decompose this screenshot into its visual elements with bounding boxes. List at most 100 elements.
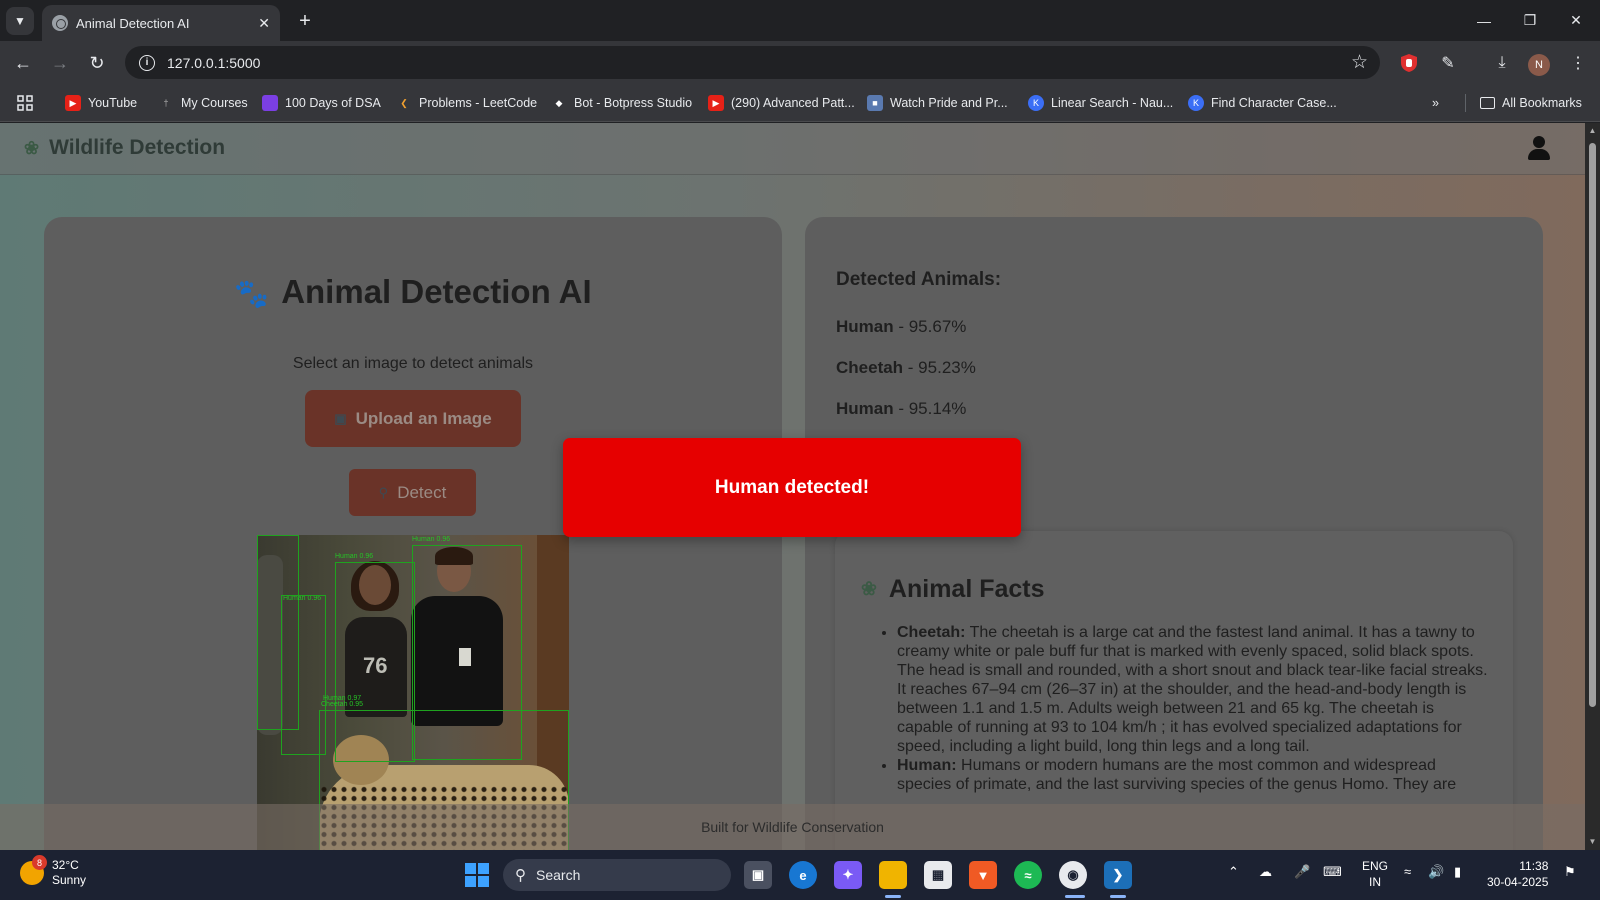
brave-icon[interactable]: ▼ (969, 861, 997, 889)
address-bar[interactable]: i 127.0.0.1:5000 ☆ (125, 46, 1380, 79)
extensions-icon[interactable]: ✎ (1436, 51, 1460, 75)
close-window-button[interactable]: ✕ (1553, 0, 1599, 41)
active-indicator (1065, 895, 1085, 898)
bookmark-advanced-patterns[interactable]: ▶ (290) Advanced Patt... (708, 94, 855, 112)
wifi-icon[interactable]: ≈ (1404, 864, 1411, 879)
detection-row: Cheetah - 95.23% (836, 358, 976, 377)
brand[interactable]: ❀ Wildlife Detection (24, 136, 225, 160)
bookmark-my-courses[interactable]: † My Courses (158, 94, 247, 112)
edge-icon[interactable]: e (789, 861, 817, 889)
youtube-icon: ▶ (708, 95, 724, 111)
bounding-box-label: Human 0.96 (335, 553, 374, 560)
paw-icon: 🐾 (234, 278, 270, 309)
animal-facts-panel: ❀Animal Facts Cheetah: The cheetah is a … (835, 531, 1513, 850)
tab-strip: ▼ Animal Detection AI ✕ + — ❐ ✕ (0, 0, 1600, 41)
scroll-thumb[interactable] (1589, 143, 1596, 707)
download-icon[interactable]: ⤓ (1490, 51, 1514, 75)
watch-icon: ■ (867, 95, 883, 111)
onedrive-cloud-icon[interactable]: ☁ (1259, 864, 1272, 880)
running-indicator (1110, 895, 1126, 898)
site-navbar: ❀ Wildlife Detection (0, 123, 1585, 175)
bookmarks-divider (1465, 94, 1466, 112)
microphone-icon[interactable]: 🎤 (1294, 864, 1310, 880)
magnifier-icon: ⚲ (378, 484, 389, 500)
back-button[interactable]: ← (7, 47, 39, 79)
leaf-icon: ❀ (24, 137, 40, 158)
bounding-box-label: Cheetah 0.95 (321, 701, 364, 708)
forward-button[interactable]: → (44, 47, 76, 79)
bookmark-youtube[interactable]: ▶ YouTube (65, 94, 137, 112)
site-info-icon[interactable]: i (139, 54, 155, 71)
upload-image-button[interactable]: ▣ Upload an Image (305, 390, 521, 447)
vscode-icon[interactable]: ❯ (1104, 861, 1132, 889)
courses-icon: † (163, 98, 169, 108)
fact-item: Cheetah: The cheetah is a large cat and … (897, 623, 1489, 756)
detection-result-image: 76 Human 0.96 Human 0.96 Human 0.96 Huma… (257, 535, 569, 850)
reload-button[interactable]: ↻ (81, 47, 113, 79)
weather-widget[interactable]: 8 32°C Sunny (20, 855, 86, 888)
scroll-down-arrow-icon[interactable]: ▼ (1588, 837, 1597, 846)
restore-button[interactable]: ❐ (1507, 0, 1553, 41)
more-bookmarks-chevron-icon[interactable]: » (1432, 94, 1439, 112)
profile-avatar[interactable]: N (1528, 54, 1550, 76)
facts-list: Cheetah: The cheetah is a large cat and … (897, 623, 1489, 794)
bookmark-star-icon[interactable]: ☆ (1351, 51, 1368, 74)
running-indicator (885, 895, 901, 898)
windows-taskbar: 8 32°C Sunny ⚲ Search ▣ e ✦ ▦ ▼ ≈ ◉ ❯ ⌃ ☁ … (0, 850, 1600, 900)
microsoft-store-icon[interactable]: ▦ (924, 861, 952, 889)
bookmark-botpress[interactable]: ◆ Bot - Botpress Studio (551, 94, 693, 112)
spotify-icon[interactable]: ≈ (1014, 861, 1042, 889)
tab-search-button[interactable]: ▼ (6, 7, 34, 35)
bookmark-leetcode[interactable]: ❮ Problems - LeetCode (396, 94, 537, 112)
detection-row: Human - 95.67% (836, 317, 967, 336)
bookmarks-bar: ▶ YouTube † My Courses 100 Days of DSA ❮ Pr… (0, 84, 1600, 122)
apps-grid-icon[interactable] (17, 94, 33, 112)
user-icon[interactable] (1526, 136, 1552, 162)
folder-icon (1480, 97, 1495, 109)
extension-shield-icon[interactable] (1397, 51, 1421, 75)
globe-icon (52, 15, 68, 31)
tray-chevron-up-icon[interactable]: ⌃ (1228, 864, 1239, 880)
language-indicator[interactable]: ENG IN (1362, 858, 1388, 890)
dsa-icon (262, 95, 278, 111)
battery-icon[interactable]: ▮ (1454, 864, 1461, 880)
upload-instructions: Select an image to detect animals (292, 355, 534, 372)
chevron-down-icon: ▼ (14, 14, 26, 28)
detection-alert-toast: Human detected! (563, 438, 1021, 537)
scroll-up-arrow-icon[interactable]: ▲ (1588, 126, 1597, 135)
system-clock[interactable]: 11:38 30-04-2025 (1487, 858, 1548, 890)
notification-bell-icon[interactable]: ⚑ (1564, 864, 1576, 880)
botpress-icon: ◆ (555, 97, 563, 108)
bookmark-find-character[interactable]: K Find Character Case... (1188, 94, 1337, 112)
page-scrollbar[interactable]: ▲ ▼ (1585, 123, 1600, 850)
naukri-icon: K (1028, 95, 1044, 111)
menu-kebab-icon[interactable]: ⋮ (1566, 51, 1590, 75)
new-tab-button[interactable]: + (292, 8, 318, 34)
volume-icon[interactable]: 🔊 (1428, 864, 1444, 880)
detect-button[interactable]: ⚲ Detect (349, 469, 476, 516)
close-tab-icon[interactable]: ✕ (258, 15, 270, 32)
copilot-icon[interactable]: ✦ (834, 861, 862, 889)
windows-start-icon[interactable] (465, 863, 489, 887)
keyboard-icon[interactable]: ⌨ (1323, 864, 1342, 880)
tab-animal-detection[interactable]: Animal Detection AI ✕ (42, 5, 280, 41)
file-explorer-icon[interactable] (879, 861, 907, 889)
url-text: 127.0.0.1:5000 (167, 54, 261, 71)
bookmark-watch-pride[interactable]: ■ Watch Pride and Pr... (867, 94, 1008, 112)
all-bookmarks-button[interactable]: All Bookmarks (1480, 94, 1582, 112)
bookmark-100-days-dsa[interactable]: 100 Days of DSA (262, 94, 381, 112)
chrome-icon[interactable]: ◉ (1059, 861, 1087, 889)
bookmark-linear-search[interactable]: K Linear Search - Nau... (1028, 94, 1173, 112)
weather-badge: 8 (32, 855, 47, 870)
tab-title: Animal Detection AI (76, 15, 190, 31)
naukri-icon: K (1188, 95, 1204, 111)
task-view-icon[interactable]: ▣ (744, 861, 772, 889)
leaf-icon: ❀ (861, 579, 877, 600)
leetcode-icon: ❮ (400, 97, 408, 108)
youtube-icon: ▶ (65, 95, 81, 111)
site-footer: Built for Wildlife Conservation (0, 804, 1585, 850)
taskbar-search[interactable]: ⚲ Search (503, 859, 731, 891)
minimize-button[interactable]: — (1461, 0, 1507, 41)
search-icon: ⚲ (515, 867, 526, 884)
camera-icon: ▣ (334, 410, 347, 426)
